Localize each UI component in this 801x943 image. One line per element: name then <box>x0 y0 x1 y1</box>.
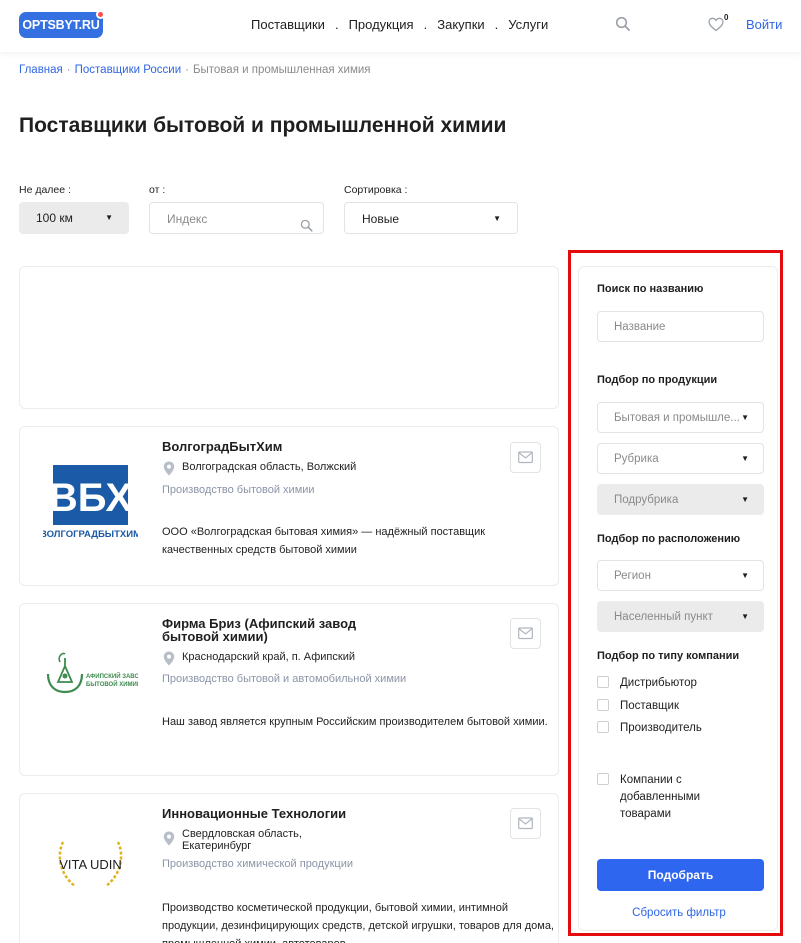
logo-caption: ВОЛГОГРАДБЫТХИМ <box>43 529 138 540</box>
search-icon <box>300 212 313 232</box>
company-logo: VITA UDIN <box>43 824 138 904</box>
logo-letters: ВБХ <box>49 476 133 520</box>
site-logo[interactable]: OPTSBYT.RU <box>19 10 105 38</box>
chevron-down-icon: ▼ <box>493 214 501 223</box>
breadcrumb-home[interactable]: Главная <box>19 64 63 76</box>
breadcrumb-suppliers[interactable]: Поставщики России <box>75 64 182 76</box>
breadcrumb: Главная · Поставщики России · Бытовая и пром… <box>19 64 371 76</box>
map-pin-icon <box>163 831 175 846</box>
sort-select[interactable]: Новые ▼ <box>344 202 518 234</box>
company-location: Свердловская область, Екатеринбург <box>163 828 323 852</box>
company-category[interactable]: Производство бытовой и автомобильной хим… <box>162 673 406 685</box>
nav-separator: . <box>334 17 339 32</box>
envelope-icon <box>518 817 533 830</box>
envelope-icon <box>518 451 533 464</box>
message-button[interactable] <box>510 618 541 649</box>
logo-text: OPTSBYT.RU <box>22 18 100 32</box>
page-title: Поставщики бытовой и промышленной химии <box>19 114 507 137</box>
chevron-down-icon: ▼ <box>105 213 113 222</box>
breadcrumb-separator: · <box>66 64 71 76</box>
supplier-card[interactable]: ВБХ ВОЛГОГРАДБЫТХИМ ВолгоградБытХим Волг… <box>19 426 559 586</box>
nav-suppliers[interactable]: Поставщики <box>251 17 325 32</box>
map-pin-icon <box>163 651 175 666</box>
company-description: ООО «Волгоградская бытовая химия» — надё… <box>162 526 486 556</box>
heart-icon[interactable] <box>708 17 724 33</box>
nav-services[interactable]: Услуги <box>508 17 548 32</box>
supplier-card[interactable]: АФИПСКИЙ ЗАВОД БЫТОВОЙ ХИМИИ Фирма Бриз … <box>19 603 559 776</box>
zip-input[interactable]: Индекс <box>149 202 324 234</box>
logo-caption: АФИПСКИЙ ЗАВОД <box>86 672 138 680</box>
ad-placeholder <box>19 266 559 409</box>
search-icon[interactable] <box>615 16 631 32</box>
distance-value: 100 км <box>36 211 73 225</box>
company-logo: ВБХ ВОЛГОГРАДБЫТХИМ <box>40 463 141 543</box>
company-category[interactable]: Производство бытовой химии <box>162 484 315 496</box>
map-pin-icon <box>163 461 175 476</box>
zip-placeholder: Индекс <box>167 212 208 226</box>
sort-value: Новые <box>362 212 400 226</box>
nav-products[interactable]: Продукция <box>349 17 414 32</box>
from-label: от : <box>149 184 166 196</box>
envelope-icon <box>518 627 533 640</box>
company-name[interactable]: ВолгоградБытХим <box>162 440 282 453</box>
logo-caption: БЫТОВОЙ ХИМИИ <box>86 680 138 688</box>
sort-label: Сортировка : <box>344 184 408 196</box>
main-nav: Поставщики . Продукция . Закупки . Услуг… <box>251 17 548 32</box>
nav-purchases[interactable]: Закупки <box>437 17 484 32</box>
nav-separator: . <box>494 17 499 32</box>
company-name[interactable]: Фирма Бриз (Афипский завод бытовой химии… <box>162 617 372 643</box>
distance-select[interactable]: 100 км ▼ <box>19 202 129 234</box>
logo-dot-icon <box>96 10 105 19</box>
company-location: Краснодарский край, п. Афипский <box>163 651 355 666</box>
highlight-frame <box>568 250 783 936</box>
site-header: OPTSBYT.RU Поставщики . Продукция . Заку… <box>0 0 801 52</box>
company-name[interactable]: Инновационные Технологии <box>162 807 346 820</box>
breadcrumb-current: Бытовая и промышленная химия <box>192 64 371 76</box>
company-logo: АФИПСКИЙ ЗАВОД БЫТОВОЙ ХИМИИ <box>43 640 144 720</box>
company-description: Наш завод является крупным Российским пр… <box>162 716 548 728</box>
location-text: Свердловская область, Екатеринбург <box>182 828 302 852</box>
nav-separator: . <box>423 17 428 32</box>
location-text: Волгоградская область, Волжский <box>182 461 357 473</box>
supplier-card[interactable]: VITA UDIN Инновационные Технологии Сверд… <box>19 793 559 943</box>
location-text: Краснодарский край, п. Афипский <box>182 651 355 663</box>
login-link[interactable]: Войти <box>746 17 782 32</box>
company-description: Производство косметической продукции, бы… <box>162 902 554 943</box>
breadcrumb-separator: · <box>185 64 189 76</box>
message-button[interactable] <box>510 442 541 473</box>
distance-label: Не далее : <box>19 184 71 196</box>
company-category[interactable]: Производство химической продукции <box>162 858 353 870</box>
favorites-count-badge: 0 <box>724 13 729 22</box>
logo-caption: VITA UDIN <box>59 857 122 872</box>
company-location: Волгоградская область, Волжский <box>163 461 357 476</box>
message-button[interactable] <box>510 808 541 839</box>
